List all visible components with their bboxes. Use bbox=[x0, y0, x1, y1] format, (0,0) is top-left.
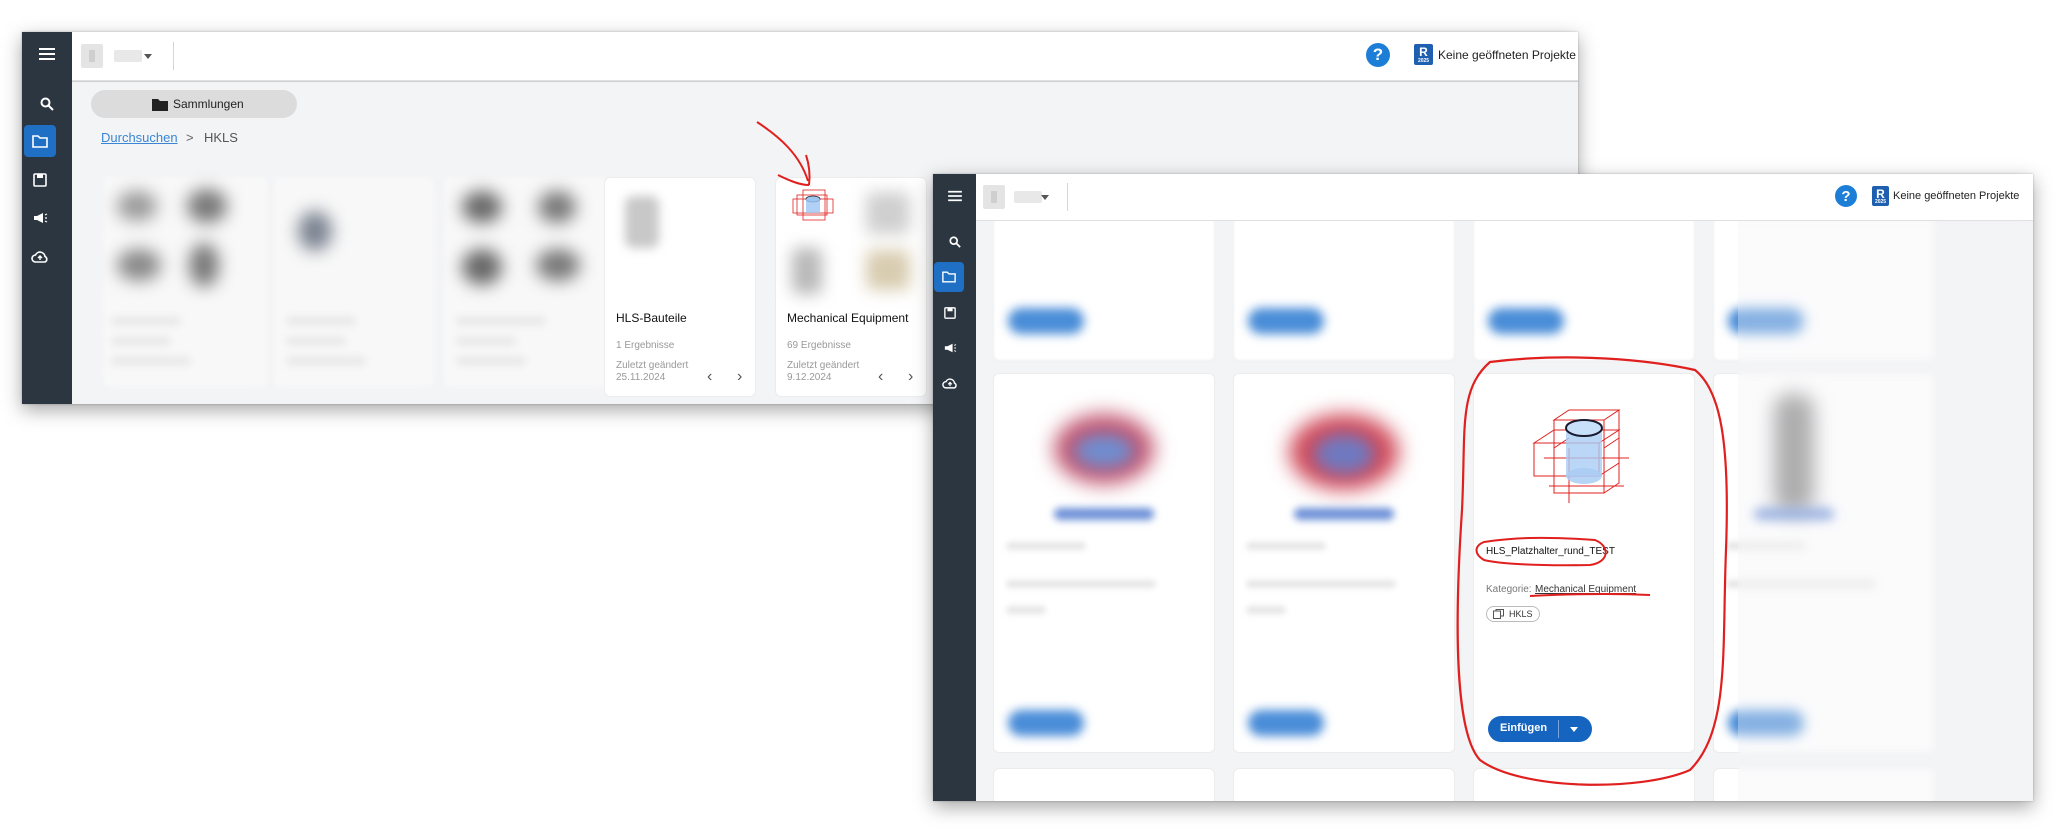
megaphone-icon bbox=[34, 213, 48, 223]
collections-label: Sammlungen bbox=[173, 97, 244, 111]
card-results: 69 Ergebnisse bbox=[787, 340, 851, 351]
workspace-dropdown[interactable] bbox=[114, 50, 142, 62]
folder-icon bbox=[152, 99, 168, 111]
card-thumbnail bbox=[866, 192, 910, 234]
sidebar-save[interactable] bbox=[934, 297, 966, 329]
insert-button-label: Einfügen bbox=[1500, 722, 1548, 734]
menu-button[interactable] bbox=[31, 38, 63, 70]
placeholder-thumbnail bbox=[792, 189, 834, 221]
category-link[interactable]: Mechanical Equipment bbox=[1535, 584, 1636, 595]
menu-icon bbox=[39, 48, 55, 60]
insert-button[interactable]: Einfügen bbox=[1488, 716, 1592, 742]
result-card[interactable] bbox=[1473, 221, 1695, 361]
chevron-right-icon[interactable]: › bbox=[908, 368, 913, 386]
library-icon bbox=[1493, 609, 1504, 619]
sidebar-news[interactable] bbox=[934, 332, 966, 364]
breadcrumb-separator: > bbox=[186, 130, 194, 145]
revit-version: 2025 bbox=[1417, 58, 1430, 64]
chevron-left-icon[interactable]: ‹ bbox=[878, 368, 883, 386]
revit-version: 2025 bbox=[1874, 199, 1887, 205]
open-projects-label[interactable]: Keine geöffneten Projekte bbox=[1893, 190, 2019, 202]
blur-overlay bbox=[1738, 221, 2033, 801]
top-bar: ? R 2025 Keine geöffneten Projekte bbox=[72, 32, 1578, 81]
results-grid: HLS_Platzhalter_rund_TEST Kategorie: Mec… bbox=[976, 221, 2033, 801]
card-title: HLS-Bauteile bbox=[616, 311, 687, 325]
card-thumbnail bbox=[792, 248, 822, 294]
sidebar-search[interactable] bbox=[31, 88, 63, 120]
menu-icon bbox=[948, 190, 962, 202]
revit-icon: R 2025 bbox=[1414, 44, 1433, 65]
sidebar-save[interactable] bbox=[24, 164, 56, 196]
breadcrumb-root[interactable]: Durchsuchen bbox=[101, 130, 178, 145]
chevron-right-icon[interactable]: › bbox=[737, 368, 742, 386]
result-card[interactable] bbox=[1233, 373, 1455, 753]
tag-label: HKLS bbox=[1509, 609, 1533, 619]
card-thumbnail bbox=[866, 250, 910, 290]
caret-down-icon bbox=[144, 54, 152, 59]
card-title: Mechanical Equipment bbox=[787, 311, 909, 325]
result-card[interactable] bbox=[1233, 221, 1455, 361]
collection-card-hls-bauteile[interactable]: HLS-Bauteile 1 Ergebnisse Zuletzt geände… bbox=[604, 177, 756, 397]
card-changed-date: 9.12.2024 bbox=[787, 372, 832, 383]
collection-card-blurred-3[interactable] bbox=[444, 177, 608, 387]
save-icon bbox=[33, 173, 47, 187]
family-name: HLS_Platzhalter_rund_TEST bbox=[1486, 546, 1615, 557]
result-card-highlighted[interactable]: HLS_Platzhalter_rund_TEST Kategorie: Mec… bbox=[1473, 373, 1695, 753]
divider bbox=[1067, 183, 1068, 211]
revit-letter: R bbox=[1419, 45, 1428, 59]
tag-chip[interactable]: HKLS bbox=[1486, 606, 1540, 622]
folder-icon bbox=[32, 134, 48, 148]
collections-button[interactable]: Sammlungen bbox=[91, 90, 297, 118]
result-card[interactable] bbox=[1233, 768, 1455, 801]
sidebar-upload[interactable] bbox=[934, 367, 966, 399]
folder-icon bbox=[942, 271, 956, 283]
search-icon bbox=[40, 97, 54, 111]
collection-card-mechanical-equipment[interactable]: Mechanical Equipment 69 Ergebnisse Zulet… bbox=[775, 177, 927, 397]
result-card[interactable] bbox=[993, 221, 1215, 361]
divider bbox=[173, 42, 174, 70]
category-label: Kategorie: bbox=[1486, 584, 1532, 595]
help-button[interactable]: ? bbox=[1835, 185, 1857, 207]
sidebar-news[interactable] bbox=[24, 202, 56, 234]
result-card[interactable] bbox=[993, 373, 1215, 753]
top-bar: ? R 2025 Keine geöffneten Projekte bbox=[976, 174, 2033, 221]
caret-down-icon bbox=[1041, 195, 1049, 200]
revit-icon: R 2025 bbox=[1872, 186, 1889, 206]
card-results: 1 Ergebnisse bbox=[616, 340, 675, 351]
cloud-upload-icon bbox=[942, 378, 957, 389]
sidebar-collections[interactable] bbox=[24, 125, 56, 157]
collection-card-blurred-1[interactable] bbox=[103, 177, 267, 387]
search-icon bbox=[949, 236, 961, 248]
card-thumbnail bbox=[625, 196, 659, 248]
cloud-upload-icon bbox=[31, 250, 48, 263]
help-button[interactable]: ? bbox=[1366, 43, 1390, 67]
sidebar bbox=[933, 174, 976, 801]
breadcrumb-current: HKLS bbox=[204, 130, 238, 145]
save-icon bbox=[944, 307, 956, 319]
workspace-dropdown[interactable] bbox=[1014, 191, 1042, 203]
card-changed-label: Zuletzt geändert bbox=[616, 360, 689, 371]
sidebar bbox=[22, 32, 72, 404]
card-changed-date: 25.11.2024 bbox=[616, 372, 666, 383]
menu-button[interactable] bbox=[939, 180, 971, 212]
result-card[interactable] bbox=[993, 768, 1215, 801]
sidebar-upload[interactable] bbox=[24, 240, 56, 272]
company-logo bbox=[983, 185, 1005, 209]
sidebar-collections[interactable] bbox=[934, 262, 964, 292]
topbar-shadow bbox=[72, 81, 1578, 82]
caret-down-icon[interactable] bbox=[1570, 727, 1578, 732]
placeholder-thumbnail bbox=[1532, 409, 1629, 503]
sidebar-search[interactable] bbox=[939, 226, 971, 258]
company-logo bbox=[81, 44, 103, 68]
result-card[interactable] bbox=[1473, 768, 1695, 801]
insert-divider bbox=[1558, 720, 1559, 738]
collection-card-blurred-2[interactable] bbox=[274, 177, 434, 387]
chevron-left-icon[interactable]: ‹ bbox=[707, 368, 712, 386]
megaphone-icon bbox=[944, 343, 957, 353]
open-projects-label[interactable]: Keine geöffneten Projekte bbox=[1438, 48, 1576, 62]
card-changed-label: Zuletzt geändert bbox=[787, 360, 860, 371]
front-window: ? R 2025 Keine geöffneten Projekte HLS_P… bbox=[933, 174, 2033, 801]
